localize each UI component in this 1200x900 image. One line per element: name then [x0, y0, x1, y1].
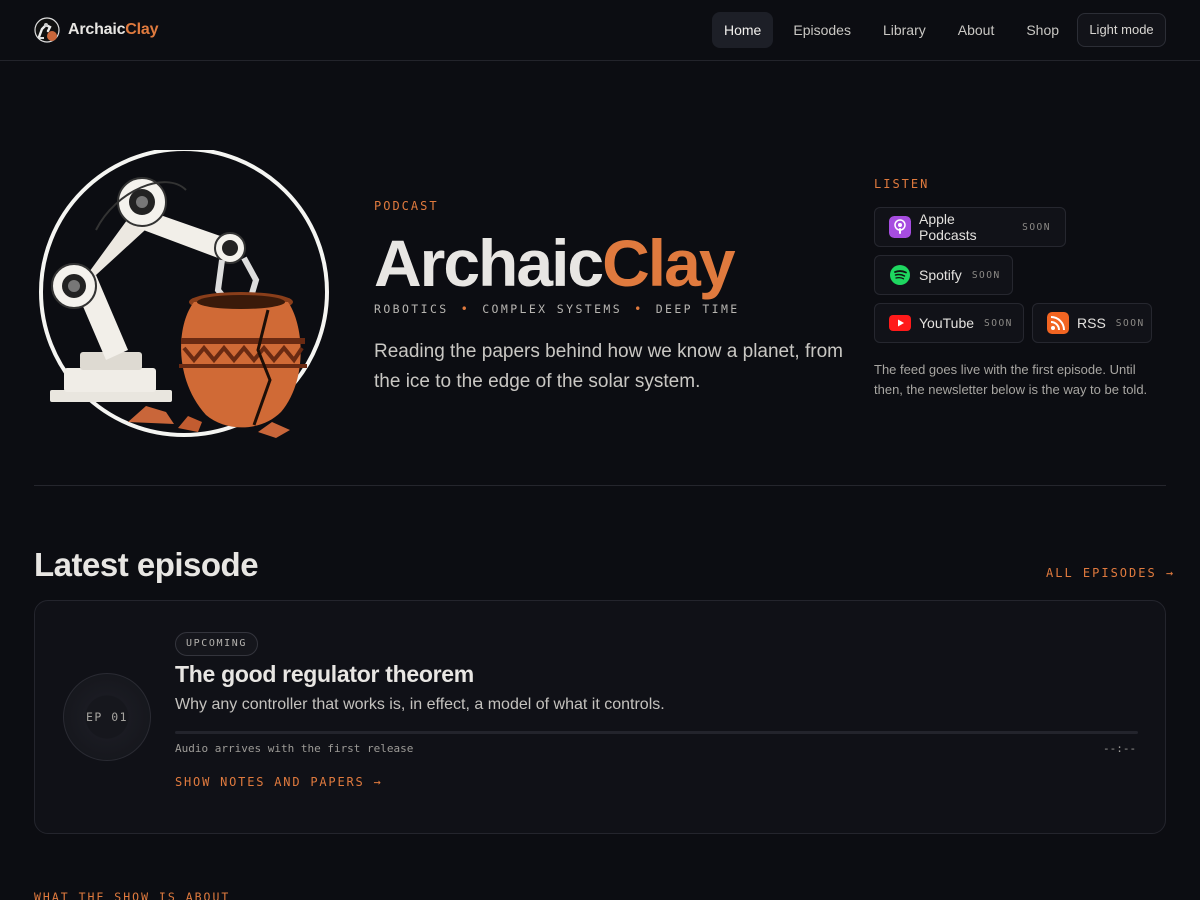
tag-robotics: ROBOTICS [374, 302, 449, 316]
soon-label: SOON [1022, 221, 1051, 233]
audio-note: Audio arrives with the first release [175, 742, 414, 755]
nav-about[interactable]: About [946, 12, 1007, 48]
apple-podcasts-button[interactable]: Apple Podcasts SOON [874, 207, 1066, 247]
theme-toggle-button[interactable]: Light mode [1077, 13, 1166, 47]
hero-tags: ROBOTICS • COMPLEX SYSTEMS • DEEP TIME [374, 302, 740, 316]
status-badge: UPCOMING [175, 632, 258, 656]
episode-card: EP 01 UPCOMING The good regulator theore… [34, 600, 1166, 834]
nav-links: Home Episodes Library About Shop [712, 12, 1071, 48]
about-kicker: WHAT THE SHOW IS ABOUT [34, 890, 231, 900]
platform-name: Spotify [919, 267, 962, 283]
nav-shop[interactable]: Shop [1014, 12, 1071, 48]
episode-disc: EP 01 [63, 673, 151, 761]
rss-icon [1047, 312, 1069, 334]
youtube-button[interactable]: YouTube SOON [874, 303, 1024, 343]
brand-name: ArchaicClay [68, 21, 159, 38]
platform-name: RSS [1077, 315, 1106, 331]
spotify-icon [890, 265, 910, 285]
tag-separator-icon: • [634, 302, 644, 316]
youtube-icon [889, 315, 911, 331]
audio-time: --:-- [1103, 742, 1137, 755]
tag-deep-time: DEEP TIME [655, 302, 740, 316]
top-nav: ArchaicClay Home Episodes Library About … [0, 0, 1200, 61]
tag-complex-systems: COMPLEX SYSTEMS [482, 302, 623, 316]
audio-progress-bar[interactable] [175, 731, 1138, 734]
platform-name: Apple Podcasts [919, 211, 977, 243]
nav-episodes[interactable]: Episodes [781, 12, 863, 48]
hero-description: Reading the papers behind how we know a … [374, 341, 843, 392]
section-divider [34, 485, 1166, 486]
tag-separator-icon: • [460, 302, 471, 316]
listen-kicker: LISTEN [874, 177, 930, 191]
soon-label: SOON [984, 317, 1013, 329]
brand[interactable]: ArchaicClay [34, 17, 158, 43]
nav-library[interactable]: Library [871, 12, 938, 48]
robot-arm-pottery-illustration [39, 150, 329, 438]
soon-label: SOON [971, 269, 1001, 281]
rss-button[interactable]: RSS SOON [1032, 303, 1152, 343]
platform-name: YouTube [919, 315, 975, 331]
show-notes-link[interactable]: SHOW NOTES AND PAPERS → [175, 775, 383, 789]
nav-home[interactable]: Home [712, 12, 774, 48]
listen-note: The feed goes live with the first episod… [874, 362, 1148, 397]
all-episodes-link[interactable]: ALL EPISODES → [1046, 566, 1175, 580]
hero-title: ArchaicClay [374, 226, 736, 300]
latest-episode-heading: Latest episode [34, 546, 259, 583]
spotify-button[interactable]: Spotify SOON [874, 255, 1013, 295]
hero-kicker: PODCAST [374, 199, 439, 213]
episode-title[interactable]: The good regulator theorem [175, 661, 474, 688]
brand-logo-icon [34, 17, 60, 43]
soon-label: SOON [1115, 317, 1145, 329]
apple-podcasts-icon [889, 216, 911, 238]
episode-description: Why any controller that works is, in eff… [175, 696, 665, 713]
